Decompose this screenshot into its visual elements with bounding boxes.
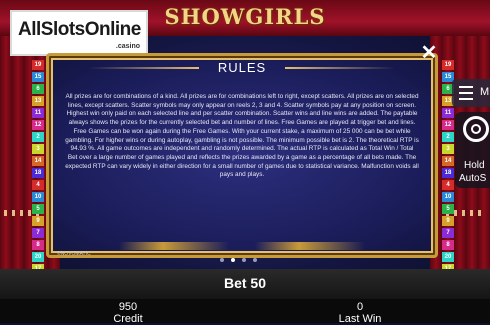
line-number: 18	[32, 168, 44, 178]
close-button[interactable]: ✕	[419, 43, 439, 63]
line-number: 2	[32, 132, 44, 142]
line-number: 3	[32, 144, 44, 154]
line-number: 7	[442, 228, 454, 238]
menu-button[interactable]: M	[452, 79, 490, 107]
copyright-text: ©NOVOMATIC	[57, 251, 91, 257]
line-number: 9	[32, 216, 44, 226]
rules-title: RULES	[217, 60, 267, 75]
page-dot[interactable]	[242, 258, 246, 262]
line-number: 5	[442, 204, 454, 214]
bottom-ornament-right	[255, 242, 365, 250]
line-number: 3	[442, 144, 454, 154]
page-indicator[interactable]	[220, 258, 257, 262]
bet-bar[interactable]: Bet 50	[0, 269, 490, 299]
line-number: 11	[32, 108, 44, 118]
hamburger-icon	[459, 86, 473, 100]
stats-bar: 950 Credit 0 Last Win	[0, 299, 490, 325]
line-number: 8	[32, 240, 44, 250]
line-number: 5	[32, 204, 44, 214]
line-number: 12	[32, 120, 44, 130]
bottom-ornament-left	[119, 242, 229, 250]
line-number: 14	[32, 156, 44, 166]
line-number: 14	[442, 156, 454, 166]
line-number: 20	[32, 252, 44, 262]
logo-text: AllSlotsOnline	[18, 19, 141, 40]
line-number: 4	[442, 180, 454, 190]
line-number: 10	[442, 192, 454, 202]
credit-label: Credit	[113, 313, 143, 325]
autospin-icon	[463, 116, 489, 142]
line-number: 7	[32, 228, 44, 238]
line-number: 18	[442, 168, 454, 178]
line-number: 20	[442, 252, 454, 262]
line-number: 11	[442, 108, 454, 118]
line-number: 19	[442, 60, 454, 70]
rules-text: All prizes are for combinations of a kin…	[65, 93, 419, 179]
menu-label: M	[480, 86, 490, 98]
line-number: 12	[442, 120, 454, 130]
line-number: 8	[442, 240, 454, 250]
line-number: 2	[442, 132, 454, 142]
line-numbers-left: 1915613111223141841059782017161	[32, 60, 44, 298]
autospin-button[interactable]: Hold AutoS	[455, 112, 490, 188]
line-number: 19	[32, 60, 44, 70]
credit-value: 950	[118, 301, 138, 313]
page-dot[interactable]	[220, 258, 224, 262]
autospin-label-line1: Hold	[464, 160, 485, 171]
page-dot[interactable]	[253, 258, 257, 262]
line-number: 4	[32, 180, 44, 190]
line-number: 9	[442, 216, 454, 226]
last-win-value: 0	[356, 301, 364, 313]
line-number: 15	[32, 72, 44, 82]
last-win-label: Last Win	[338, 313, 382, 325]
bet-label: Bet 50	[223, 275, 267, 291]
line-number: 13	[32, 96, 44, 106]
rules-panel: RULES All prizes are for combinations of…	[46, 53, 438, 258]
logo-subtext: .casino	[115, 43, 140, 50]
autospin-label-line2: AutoS	[459, 173, 487, 184]
line-number: 6	[32, 84, 44, 94]
line-number: 10	[32, 192, 44, 202]
game-title: SHOWGIRLS	[164, 4, 326, 29]
page-dot[interactable]	[231, 258, 235, 262]
last-win-display: 0 Last Win	[300, 301, 420, 325]
credit-display: 950 Credit	[68, 301, 188, 325]
site-logo: AllSlotsOnline .casino	[10, 10, 148, 56]
